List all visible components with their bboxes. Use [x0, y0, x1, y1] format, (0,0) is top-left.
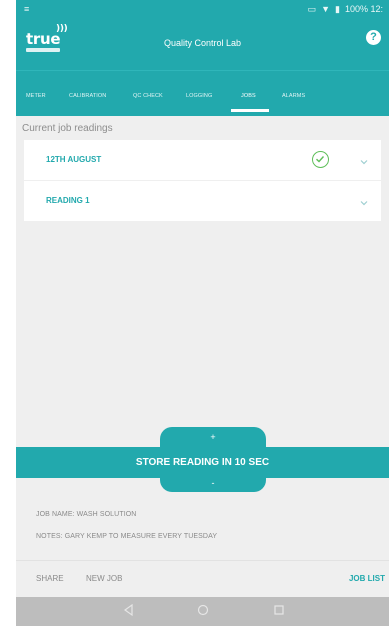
app-header: true ))) Quality Control Lab ?	[16, 18, 389, 70]
reading-label: READING 1	[46, 196, 90, 205]
job-name: JOB NAME: WASH SOLUTION	[36, 511, 137, 518]
store-reading-button[interactable]: STORE READING IN 10 SEC	[16, 447, 389, 478]
app-screen: ≡ ▭ ▼ ▮ 100% 12: true ))) Quality Contro…	[16, 0, 389, 626]
tab-meter[interactable]: METER	[26, 93, 46, 99]
job-list-button[interactable]: JOB LIST	[349, 574, 385, 583]
reading-card[interactable]: 12TH AUGUST	[24, 140, 381, 180]
reading-label: 12TH AUGUST	[46, 155, 102, 164]
tab-bar: METER CALIBRATION QC CHECK LOGGING JOBS …	[16, 70, 389, 116]
check-circle-icon	[312, 151, 329, 168]
decrease-delay-button[interactable]: -	[160, 478, 266, 492]
tab-calibration[interactable]: CALIBRATION	[69, 93, 106, 99]
home-icon[interactable]	[196, 603, 210, 617]
status-bar: ≡ ▭ ▼ ▮ 100% 12:	[16, 0, 389, 18]
tab-qc-check[interactable]: QC CHECK	[133, 93, 163, 99]
job-notes: NOTES: GARY KEMP TO MEASURE EVERY TUESDA…	[36, 533, 218, 540]
vibrate-icon: ▭	[307, 4, 317, 14]
wifi-icon: ▼	[321, 4, 331, 14]
back-icon[interactable]	[122, 603, 136, 617]
status-text: 100% 12:	[344, 4, 383, 14]
system-nav-bar	[16, 597, 389, 626]
tab-logging[interactable]: LOGGING	[186, 93, 212, 99]
page-title: Quality Control Lab	[163, 38, 242, 48]
bottom-actions: SHARE NEW JOB JOB LIST	[16, 560, 389, 596]
share-button[interactable]: SHARE	[36, 574, 64, 583]
help-icon[interactable]: ?	[366, 30, 381, 45]
signal-icon: )))	[56, 24, 68, 34]
section-label: Current job readings	[22, 123, 113, 134]
tab-jobs[interactable]: JOBS	[241, 93, 256, 99]
chevron-down-icon[interactable]	[359, 195, 369, 206]
chevron-down-icon[interactable]	[359, 154, 369, 165]
status-icons: ▭ ▼ ▮ 100% 12:	[308, 4, 383, 14]
increase-delay-button[interactable]: +	[160, 427, 266, 447]
job-info: JOB NAME: WASH SOLUTION NOTES: GARY KEMP…	[16, 492, 389, 554]
reading-card[interactable]: READING 1	[24, 181, 381, 221]
recents-icon[interactable]	[272, 603, 286, 617]
logo-tagline	[26, 48, 60, 52]
menu-icon: ≡	[24, 4, 30, 14]
tab-alarms[interactable]: ALARMS	[282, 93, 305, 99]
active-tab-indicator	[231, 109, 269, 112]
new-job-button[interactable]: NEW JOB	[86, 574, 122, 583]
battery-icon: ▮	[335, 4, 340, 14]
